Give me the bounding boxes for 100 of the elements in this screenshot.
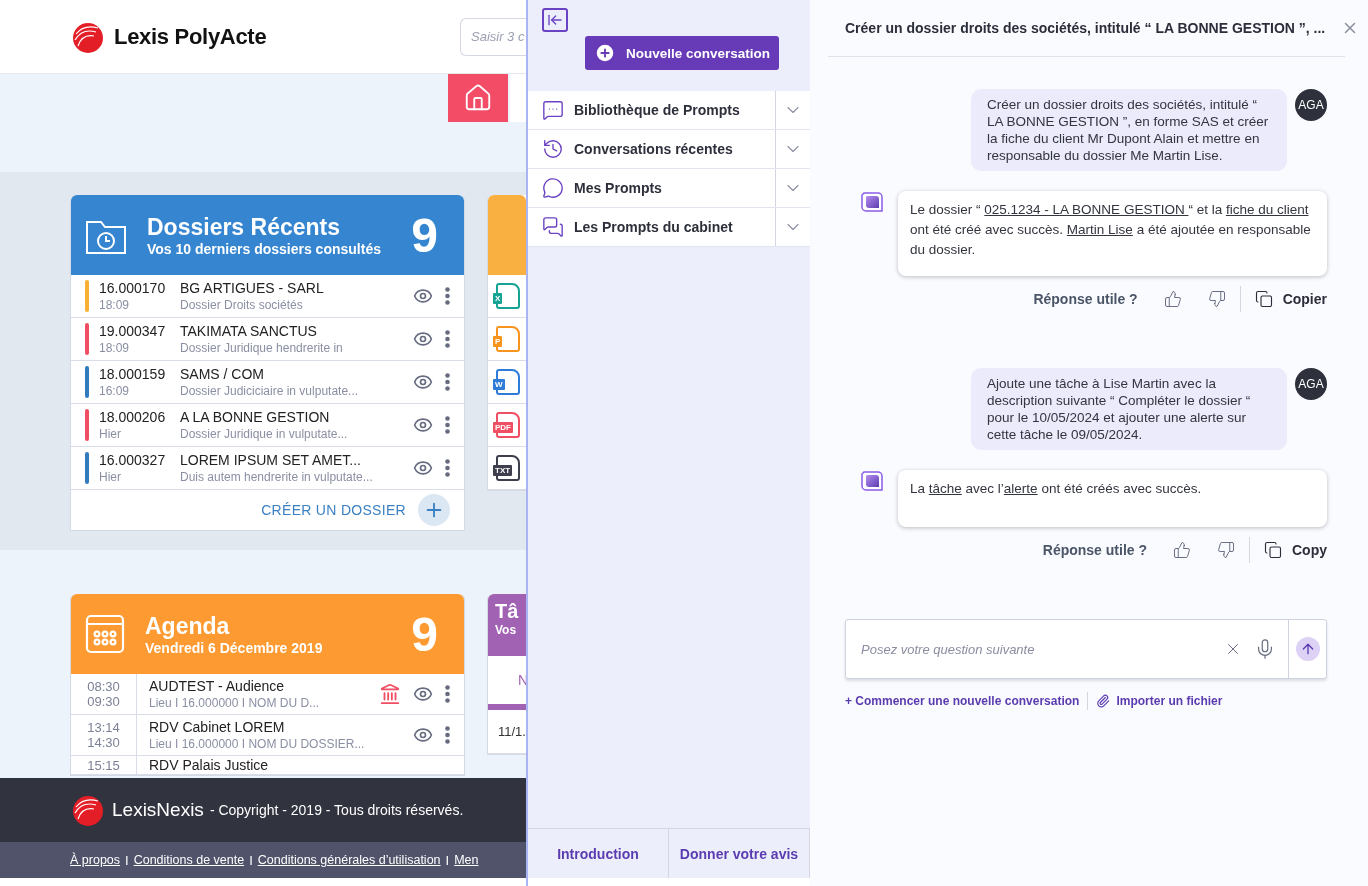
event-row[interactable]: 15:15 RDV Palais Justice <box>71 756 464 775</box>
card-title: Dossiers Récents <box>147 213 342 241</box>
file-number: 16.000327 <box>99 452 167 468</box>
file-time: 18:09 <box>99 298 131 312</box>
card-subtitle: Vos 10 derniers dossiers consultés <box>147 240 382 257</box>
more-button[interactable] <box>445 416 450 434</box>
event-details: Lieu I 16.000000 I NOM DU DOSSIER... <box>149 737 366 751</box>
thumbs-down-button[interactable] <box>1217 541 1235 559</box>
more-icon <box>445 287 450 305</box>
more-icon <box>445 685 450 703</box>
footer-link[interactable]: Men <box>454 853 479 867</box>
calendar-icon <box>85 614 125 654</box>
send-button[interactable] <box>1295 637 1320 661</box>
thumbs-up-icon <box>1163 290 1182 308</box>
copy-icon <box>1254 290 1273 308</box>
more-button[interactable] <box>445 726 450 744</box>
copy-button[interactable]: Copy <box>1264 541 1327 559</box>
feedback-question: Réponse utile ? <box>1042 542 1147 558</box>
more-button[interactable] <box>445 330 450 348</box>
view-button[interactable] <box>413 329 433 349</box>
more-icon <box>445 459 450 477</box>
create-folder-link[interactable]: CRÉER UN DOSSIER <box>261 502 406 518</box>
file-row[interactable]: 18.000206 Hier A LA BONNE GESTION Dossier Juridique in vulputate... <box>71 404 464 447</box>
new-conversation-button[interactable]: Nouvelle conversation <box>585 36 780 70</box>
paperclip-icon <box>1096 694 1111 708</box>
avatar: AGA <box>1295 89 1327 121</box>
avatar: AGA <box>1295 368 1327 400</box>
conversation-title: Créer un dossier droits des sociétés, intitulé “ LA BONNE GESTION ”, ... <box>845 20 1326 36</box>
file-time: 18:09 <box>99 341 131 355</box>
more-button[interactable] <box>445 373 450 391</box>
assistant-icon <box>860 191 884 213</box>
message-link[interactable]: Martin Lise <box>1066 222 1133 237</box>
file-row[interactable]: 16.000327 Hier LOREM IPSUM SET AMET... Duis autem hendrerite in vulputate... <box>71 447 464 490</box>
view-button[interactable] <box>413 458 433 478</box>
file-row[interactable]: 16.000170 18:09 BG ARTIGUES - SARL Dossier Droits sociétés <box>71 275 464 318</box>
event-title: AUDTEST - Audience <box>149 678 286 694</box>
file-type: Dossier Juridique in vulputate... <box>180 427 349 441</box>
more-icon <box>445 416 450 434</box>
view-button[interactable] <box>413 286 433 306</box>
file-icon[interactable]: W <box>496 369 520 395</box>
collapse-button[interactable] <box>542 8 568 32</box>
start-time: 08:30 <box>87 679 120 694</box>
file-time: Hier <box>99 427 122 441</box>
message-link[interactable]: tâche <box>928 481 962 496</box>
file-type: Dossier Droits sociétés <box>180 298 304 312</box>
view-button[interactable] <box>413 415 433 435</box>
new-conversation-link[interactable]: + Commencer une nouvelle conversation <box>845 694 1080 708</box>
event-title: RDV Cabinet LOREM <box>149 719 286 735</box>
file-title: LOREM IPSUM SET AMET... <box>180 452 362 468</box>
thumbs-up-icon <box>1173 541 1191 559</box>
eye-icon <box>413 684 433 704</box>
feedback-question: Réponse utile ? <box>1033 291 1138 307</box>
more-button[interactable] <box>445 685 450 703</box>
home-button[interactable] <box>448 74 509 122</box>
footer-link[interactable]: À propos <box>70 853 121 867</box>
file-time: 16:09 <box>99 384 131 398</box>
file-title: BG ARTIGUES - SARL <box>180 280 325 296</box>
logo-text: Lexis PolyActe <box>114 23 267 50</box>
file-icon[interactable]: PDF <box>496 412 520 438</box>
more-button[interactable] <box>445 287 450 305</box>
event-row[interactable]: 08:30 09:30 AUDTEST - Audience Lieu I 16.000000 I NOM DU D... <box>71 674 464 715</box>
thumbs-up-button[interactable] <box>1163 290 1182 308</box>
copy-button[interactable]: Copier <box>1254 290 1327 308</box>
thumbs-down-button[interactable] <box>1207 290 1226 308</box>
brand-name: LexisNexis <box>112 799 204 821</box>
file-number: 18.000206 <box>99 409 167 425</box>
file-type: Dossier Juridique hendrerite in <box>180 341 344 355</box>
footer-link[interactable]: Conditions générales d’utilisation <box>257 853 441 867</box>
file-icon[interactable]: TXT <box>496 455 520 481</box>
eye-icon <box>413 458 433 478</box>
card-title: Tâ <box>495 600 520 623</box>
message-link[interactable]: 025.1234 - LA BONNE GESTION <box>984 202 1189 217</box>
file-row[interactable]: 19.000347 18:09 TAKIMATA SANCTUS Dossier Juridique hendrerite in <box>71 318 464 361</box>
file-type: Duis autem hendrerite in vulputate... <box>180 470 374 484</box>
view-button[interactable] <box>413 372 433 392</box>
event-row[interactable]: 13:14 14:30 RDV Cabinet LOREM Lieu I 16.000000 I NOM DU DOSSIER... <box>71 715 464 756</box>
end-time: 14:30 <box>87 735 120 750</box>
footer-link[interactable]: Conditions de vente <box>133 853 245 867</box>
file-number: 16.000170 <box>99 280 167 296</box>
file-row[interactable]: 18.000159 16:09 SAMS / COM Dossier Judiciciaire in vulputate... <box>71 361 464 404</box>
end-time: 09:30 <box>87 694 120 709</box>
card-subtitle: Vos <box>495 623 518 637</box>
eye-icon <box>413 329 433 349</box>
view-button[interactable] <box>413 725 433 745</box>
view-button[interactable] <box>413 684 433 704</box>
separator: I <box>125 852 129 868</box>
more-icon <box>445 373 450 391</box>
user-message: Créer un dossier droits des sociétés, intitulé “ LA BONNE GESTION ”, en forme SAS et créer la fiche du client Mr Dupont Alain et mettre en responsable du dossier Me Martin Lise. <box>971 89 1287 171</box>
thumbs-up-button[interactable] <box>1173 541 1191 559</box>
import-file-link[interactable]: Importer un fichier <box>1096 694 1223 708</box>
message-link[interactable]: fiche du client <box>1225 202 1309 217</box>
add-button[interactable] <box>418 494 450 526</box>
start-time: 13:14 <box>87 720 120 735</box>
collapse-icon <box>547 12 563 28</box>
more-icon <box>445 726 450 744</box>
more-button[interactable] <box>445 459 450 477</box>
file-title: TAKIMATA SANCTUS <box>180 323 318 339</box>
question-field[interactable]: Posez votre question suivante <box>846 640 1212 658</box>
logo-icon <box>70 793 106 827</box>
assistant-icon <box>860 470 884 492</box>
